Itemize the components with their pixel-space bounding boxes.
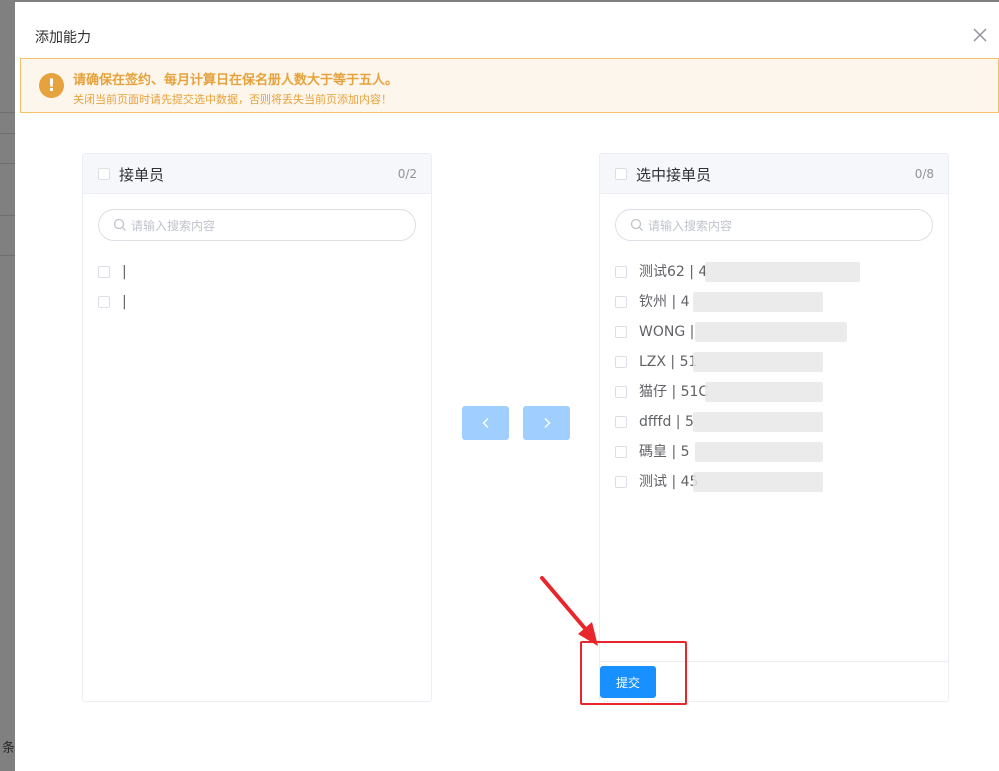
- search-icon: [630, 218, 643, 231]
- search-input[interactable]: [646, 214, 920, 238]
- item-label: dfffd | 5: [639, 414, 694, 430]
- list-item[interactable]: 测试 | 45: [615, 472, 935, 502]
- dialog-title: 添加能力: [35, 30, 91, 46]
- select-all-checkbox[interactable]: [615, 168, 627, 180]
- search-box: [98, 209, 416, 241]
- item-checkbox[interactable]: [98, 296, 110, 308]
- list-item[interactable]: LZX | 51: [615, 352, 935, 382]
- list-item[interactable]: 钦州 | 4: [615, 292, 935, 322]
- alert-title: 请确保在签约、每月计算日在保名册人数大于等于五人。: [73, 73, 399, 88]
- redacted-mask: [695, 442, 823, 462]
- select-all-checkbox[interactable]: [98, 168, 110, 180]
- item-list: | |: [98, 262, 418, 322]
- item-checkbox[interactable]: [615, 296, 627, 308]
- warning-icon: !: [39, 73, 64, 98]
- item-checkbox[interactable]: [615, 356, 627, 368]
- item-checkbox[interactable]: [615, 386, 627, 398]
- item-label: 碼皇 | 5: [639, 444, 690, 460]
- item-label: 测试62 | 4: [639, 264, 708, 280]
- item-label: 猫仔 | 51C: [639, 384, 709, 400]
- target-panel: 选中接单员 0/8 测试62 | 4 钦州 | 4 WONG: [599, 153, 949, 702]
- add-capability-dialog: 添加能力 ! 请确保在签约、每月计算日在保名册人数大于等于五人。 关闭当前页面时…: [15, 2, 999, 771]
- panel-count: 0/2: [397, 167, 417, 181]
- list-item[interactable]: 猫仔 | 51C: [615, 382, 935, 412]
- move-right-button[interactable]: [523, 406, 570, 440]
- item-checkbox[interactable]: [615, 266, 627, 278]
- panel-title: 选中接单员: [636, 166, 712, 184]
- redacted-mask: [693, 292, 823, 312]
- panel-count: 0/8: [914, 167, 934, 181]
- backdrop: [0, 0, 15, 771]
- source-panel: 接单员 0/2 | |: [82, 153, 432, 702]
- chevron-right-icon: [544, 418, 550, 428]
- alert-description: 关闭当前页面时请先提交选中数据，否则将丢失当前页添加内容！: [73, 93, 392, 106]
- item-label: |: [122, 294, 127, 310]
- item-label: 钦州 | 4: [639, 294, 690, 310]
- item-label: WONG |: [639, 324, 695, 340]
- item-checkbox[interactable]: [615, 446, 627, 458]
- redacted-mask: [705, 382, 823, 402]
- move-left-button[interactable]: [462, 406, 509, 440]
- item-checkbox[interactable]: [615, 416, 627, 428]
- annotation-highlight-box: [580, 641, 687, 705]
- redacted-mask: [695, 322, 847, 342]
- item-checkbox[interactable]: [615, 476, 627, 488]
- panel-header: 选中接单员 0/8: [600, 154, 948, 194]
- item-checkbox[interactable]: [615, 326, 627, 338]
- search-input[interactable]: [129, 214, 403, 238]
- list-item[interactable]: dfffd | 5: [615, 412, 935, 442]
- item-list: 测试62 | 4 钦州 | 4 WONG | LZX | 51 猫仔 | 51C: [615, 262, 935, 502]
- backdrop-divider: [0, 255, 15, 256]
- search-box: [615, 209, 933, 241]
- search-icon: [113, 218, 126, 231]
- chevron-left-icon: [482, 418, 488, 428]
- item-label: |: [122, 264, 127, 280]
- backdrop-text: 条: [2, 741, 16, 756]
- item-label: LZX | 51: [639, 354, 698, 370]
- warning-alert: ! 请确保在签约、每月计算日在保名册人数大于等于五人。 关闭当前页面时请先提交选…: [20, 58, 999, 113]
- annotation-arrow-icon: [540, 576, 598, 646]
- item-checkbox[interactable]: [98, 266, 110, 278]
- panel-title: 接单员: [119, 166, 165, 184]
- panel-header: 接单员 0/2: [83, 154, 431, 194]
- list-item[interactable]: WONG |: [615, 322, 935, 352]
- backdrop-divider: [0, 215, 15, 216]
- redacted-mask: [693, 352, 823, 372]
- list-item[interactable]: |: [98, 262, 418, 292]
- close-icon[interactable]: [971, 26, 989, 44]
- list-item[interactable]: 碼皇 | 5: [615, 442, 935, 472]
- list-item[interactable]: 测试62 | 4: [615, 262, 935, 292]
- backdrop-divider: [0, 112, 15, 113]
- redacted-mask: [693, 412, 823, 432]
- item-label: 测试 | 45: [639, 474, 699, 490]
- redacted-mask: [693, 472, 823, 492]
- backdrop-divider: [0, 163, 15, 164]
- list-item[interactable]: |: [98, 292, 418, 322]
- backdrop-divider: [0, 133, 15, 134]
- redacted-mask: [705, 262, 860, 282]
